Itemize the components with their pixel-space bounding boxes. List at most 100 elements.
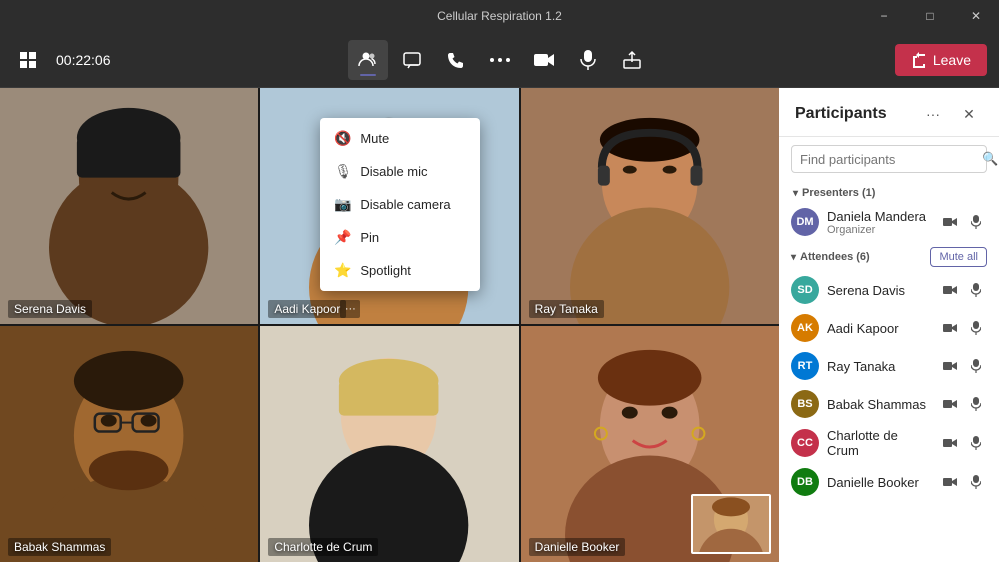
babak-mic-btn[interactable] [965, 393, 987, 415]
participants-list: ▾ Presenters (1) DM Daniela Mandera Orga… [779, 181, 999, 562]
call-button[interactable] [436, 40, 476, 80]
disable-mic-icon: 🎙 [334, 163, 350, 180]
restore-button[interactable]: □ [907, 0, 953, 32]
charlotte-name-label: Charlotte de Crum [268, 538, 378, 556]
daniela-camera-btn[interactable] [939, 211, 961, 233]
pin-icon: 📌 [334, 229, 350, 246]
serena-video [0, 88, 258, 324]
charlotte-face-svg [260, 326, 518, 562]
toolbar-center [348, 40, 652, 80]
mic-icon [971, 397, 981, 411]
phone-icon [446, 50, 466, 70]
daniela-avatar: DM [791, 208, 819, 236]
close-button[interactable]: ✕ [953, 0, 999, 32]
mic-icon [971, 321, 981, 335]
menu-item-disable-mic[interactable]: 🎙 Disable mic [320, 155, 480, 188]
mic-icon [580, 49, 596, 71]
chat-button[interactable] [392, 40, 432, 80]
chat-icon [402, 50, 422, 70]
mic-icon [971, 475, 981, 489]
aadi-name-label: Aadi Kapoor [268, 300, 346, 318]
search-input[interactable] [800, 152, 976, 167]
camera-button[interactable] [524, 40, 564, 80]
camera-icon [943, 323, 957, 333]
toolbar: 00:22:06 [0, 32, 999, 88]
camera-icon [943, 477, 957, 487]
daniela-name: Daniela Mandera [827, 209, 931, 224]
daniela-info: Daniela Mandera Organizer [827, 209, 931, 236]
serena-camera-btn[interactable] [939, 279, 961, 301]
babak-avatar: BS [791, 390, 819, 418]
menu-item-spotlight[interactable]: ⭐ Spotlight [320, 254, 480, 287]
menu-item-disable-camera[interactable]: 📷 Disable camera [320, 188, 480, 221]
ray-mic-btn[interactable] [965, 355, 987, 377]
aadi-mic-btn[interactable] [965, 317, 987, 339]
presenters-section-label: ▾ Presenters (1) [779, 181, 999, 203]
share-button[interactable] [612, 40, 652, 80]
video-tile-aadi: Aadi Kapoor ··· 🔇 Mute 🎙 Disable mic 📷 D… [260, 88, 518, 324]
babak-camera-btn[interactable] [939, 393, 961, 415]
charlotte-camera-btn[interactable] [939, 432, 961, 454]
grid-view-button[interactable] [12, 44, 44, 76]
minimize-button[interactable]: − [861, 0, 907, 32]
camera-icon [943, 399, 957, 409]
video-tile-serena: Serena Davis [0, 88, 258, 324]
attendees-toggle[interactable]: ▾ [791, 252, 796, 263]
aadi-actions [939, 317, 987, 339]
danielle-mic-btn[interactable] [965, 471, 987, 493]
panel-more-button[interactable]: ··· [919, 100, 947, 128]
mic-icon [971, 436, 981, 450]
attendee-item-danielle: DB Danielle Booker [779, 463, 999, 501]
mic-button[interactable] [568, 40, 608, 80]
presenters-toggle[interactable]: ▾ [793, 188, 798, 199]
charlotte-mic-btn[interactable] [965, 432, 987, 454]
daniela-mic-btn[interactable] [965, 211, 987, 233]
share-icon [622, 50, 642, 70]
charlotte-avatar: CC [791, 429, 819, 457]
title-bar: Cellular Respiration 1.2 − □ ✕ [0, 0, 999, 32]
mic-icon [971, 283, 981, 297]
video-tile-ray: Ray Tanaka [521, 88, 779, 324]
serena-mic-btn[interactable] [965, 279, 987, 301]
charlotte-video [260, 326, 518, 562]
danielle-avatar: DB [791, 468, 819, 496]
mute-all-button[interactable]: Mute all [930, 247, 987, 267]
danielle-camera-btn[interactable] [939, 471, 961, 493]
leave-button[interactable]: Leave [895, 44, 987, 76]
attendee-item-babak: BS Babak Shammas [779, 385, 999, 423]
danielle-participant-name: Danielle Booker [827, 475, 931, 490]
participants-button[interactable] [348, 40, 388, 80]
menu-item-pin[interactable]: 📌 Pin [320, 221, 480, 254]
video-tile-charlotte: Charlotte de Crum [260, 326, 518, 562]
active-indicator [360, 74, 376, 76]
panel-close-button[interactable]: ✕ [955, 100, 983, 128]
toolbar-left: 00:22:06 [12, 44, 344, 76]
aadi-more-button[interactable]: ··· [340, 300, 360, 318]
panel-header: Participants ··· ✕ [779, 88, 999, 137]
more-button[interactable] [480, 40, 520, 80]
spotlight-icon: ⭐ [334, 262, 350, 279]
window-title: Cellular Respiration 1.2 [437, 9, 562, 23]
self-view-svg [693, 496, 769, 552]
attendees-section-header: ▾ Attendees (6) Mute all [779, 241, 999, 271]
serena-avatar: SD [791, 276, 819, 304]
ray-camera-btn[interactable] [939, 355, 961, 377]
ray-participant-name: Ray Tanaka [827, 359, 931, 374]
menu-item-mute[interactable]: 🔇 Mute [320, 122, 480, 155]
babak-name-label: Babak Shammas [8, 538, 111, 556]
disable-camera-icon: 📷 [334, 196, 350, 213]
attendee-item-ray: RT Ray Tanaka [779, 347, 999, 385]
leave-icon [911, 52, 927, 68]
ray-name-label: Ray Tanaka [529, 300, 604, 318]
serena-name-label: Serena Davis [8, 300, 92, 318]
context-menu: 🔇 Mute 🎙 Disable mic 📷 Disable camera 📌 … [320, 118, 480, 291]
ellipsis-icon [490, 58, 510, 62]
mic-icon [971, 215, 981, 229]
babak-face-svg [0, 326, 258, 562]
aadi-avatar: AK [791, 314, 819, 342]
aadi-camera-btn[interactable] [939, 317, 961, 339]
daniela-sub: Organizer [827, 224, 931, 236]
video-tile-babak: Babak Shammas [0, 326, 258, 562]
serena-actions [939, 279, 987, 301]
ray-actions [939, 355, 987, 377]
